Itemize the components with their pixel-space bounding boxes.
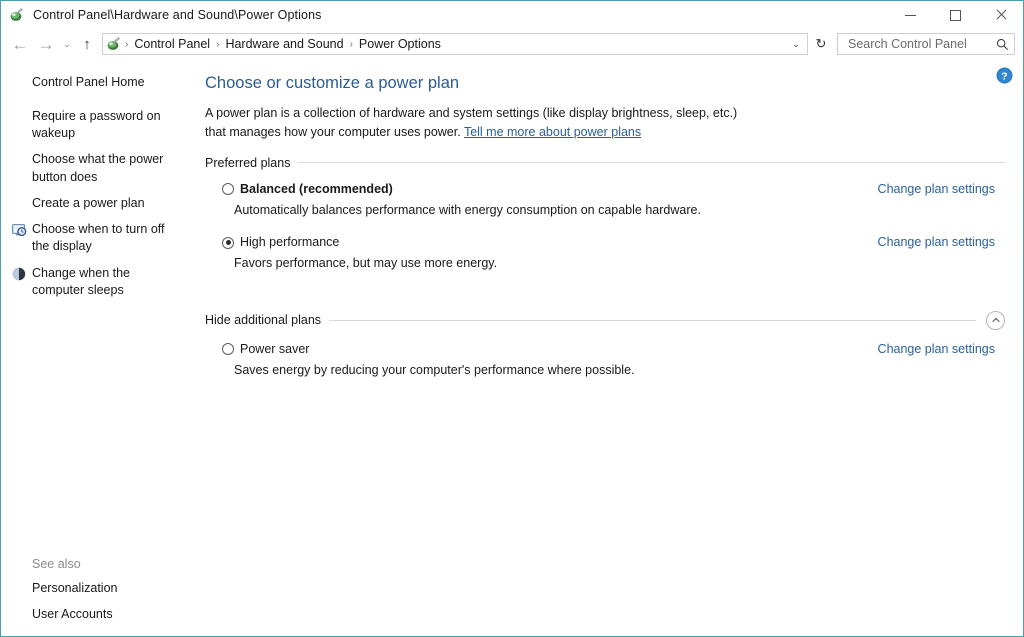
back-arrow-icon: ←: [11, 34, 29, 54]
breadcrumb-item-control-panel[interactable]: Control Panel: [129, 36, 215, 52]
plan-radio-high-performance[interactable]: High performance: [222, 235, 339, 250]
plan-radio-power-saver[interactable]: Power saver: [222, 342, 309, 357]
refresh-button[interactable]: ↻: [809, 33, 833, 55]
sidebar-item-control-panel-home[interactable]: Control Panel Home: [1, 71, 185, 94]
radio-button-unchecked[interactable]: [222, 183, 234, 196]
page-title: Choose or customize a power plan: [205, 74, 460, 92]
control-panel-icon: [106, 36, 122, 52]
plan-line: Balanced (recommended) Change plan setti…: [222, 182, 1005, 197]
plan-row-power-saver: Power saver Change plan settings Saves e…: [205, 342, 1005, 380]
section-divider: [298, 162, 1005, 164]
address-bar[interactable]: › Control Panel › Hardware and Sound › P…: [102, 33, 808, 55]
sidebar-item-require-password[interactable]: Require a password on wakeup: [1, 108, 185, 143]
refresh-icon: ↻: [815, 36, 827, 51]
plan-name: High performance: [240, 235, 340, 250]
sidebar-item-turn-off-display[interactable]: Choose when to turn off the display: [1, 221, 185, 256]
sidebar-item-power-button[interactable]: Choose what the power button does: [1, 151, 185, 186]
sidebar-item-create-power-plan[interactable]: Create a power plan: [1, 195, 185, 212]
up-arrow-icon: ↑: [83, 35, 91, 53]
search-box[interactable]: [837, 33, 1015, 55]
preferred-plans-header: Preferred plans: [205, 156, 1005, 170]
breadcrumb-item-hardware-and-sound[interactable]: Hardware and Sound: [220, 36, 348, 52]
help-question-icon[interactable]: ?: [996, 67, 1013, 84]
collapse-additional-plans-button[interactable]: [986, 310, 1005, 330]
radio-button-unchecked[interactable]: [222, 343, 234, 356]
sidebar-item-label: Choose when to turn off the display: [32, 222, 165, 254]
window-controls: [888, 1, 1023, 29]
control-panel-icon: [9, 7, 25, 23]
forward-button[interactable]: →: [33, 31, 59, 57]
breadcrumb: › Control Panel › Hardware and Sound › P…: [124, 36, 787, 52]
tell-me-more-link[interactable]: Tell me more about power plans: [464, 125, 641, 139]
plan-line: Power saver Change plan settings: [222, 342, 1005, 357]
search-input[interactable]: [846, 36, 994, 52]
see-also-link-personalization[interactable]: Personalization: [1, 580, 185, 597]
maximize-icon: [950, 9, 961, 21]
section-divider: [329, 319, 976, 321]
up-one-level-button[interactable]: ↑: [75, 31, 99, 57]
plan-description: Automatically balances performance with …: [234, 202, 701, 217]
search-icon[interactable]: [994, 36, 1010, 52]
svg-text:?: ?: [1001, 70, 1007, 82]
plan-row-high-performance: High performance Change plan settings Fa…: [205, 235, 1005, 273]
plan-description: Saves energy by reducing your computer's…: [234, 362, 635, 377]
change-plan-settings-high-performance[interactable]: Change plan settings: [878, 235, 1005, 249]
plan-name: Balanced (recommended): [240, 181, 393, 196]
breadcrumb-item-power-options[interactable]: Power Options: [354, 36, 446, 52]
plan-name: Power saver: [240, 341, 310, 356]
sidebar-links: Require a password on wakeup Choose what…: [1, 108, 185, 299]
content-area: Control Panel Home Require a password on…: [1, 59, 1023, 636]
address-dropdown-button[interactable]: ⌄: [787, 34, 805, 54]
title-bar: Control Panel\Hardware and Sound\Power O…: [1, 1, 1023, 29]
navigation-bar: ← → ⌄ ↑ › Control Panel › Hardware and S…: [1, 29, 1023, 59]
power-options-window: Control Panel\Hardware and Sound\Power O…: [0, 0, 1024, 637]
sidebar: Control Panel Home Require a password on…: [1, 59, 195, 636]
chevron-down-icon: ⌄: [63, 38, 71, 49]
forward-arrow-icon: →: [37, 34, 55, 54]
recent-locations-button[interactable]: ⌄: [59, 31, 75, 57]
additional-plans-header: Hide additional plans: [205, 310, 1005, 330]
maximize-button[interactable]: [933, 1, 978, 29]
back-button[interactable]: ←: [7, 31, 33, 57]
see-also-link-user-accounts[interactable]: User Accounts: [1, 606, 185, 623]
see-also-title: See also: [32, 556, 81, 571]
minimize-button[interactable]: [888, 1, 933, 29]
minimize-icon: [905, 14, 916, 16]
change-plan-settings-balanced[interactable]: Change plan settings: [878, 182, 1005, 196]
display-clock-icon: [11, 222, 27, 238]
sidebar-item-label: Change when the computer sleeps: [32, 265, 130, 297]
see-also-section: See also Personalization User Accounts: [1, 557, 195, 624]
page-description: A power plan is a collection of hardware…: [205, 104, 739, 142]
plan-description: Favors performance, but may use more ene…: [234, 256, 498, 271]
sleep-moon-icon: [11, 266, 27, 282]
change-plan-settings-power-saver[interactable]: Change plan settings: [878, 342, 1005, 356]
hide-additional-plans-label: Hide additional plans: [205, 313, 322, 328]
main-pane: ? Choose or customize a power plan A pow…: [195, 59, 1023, 636]
plan-row-balanced: Balanced (recommended) Change plan setti…: [205, 182, 1005, 220]
plan-radio-balanced[interactable]: Balanced (recommended): [222, 182, 393, 197]
chevron-down-icon: ⌄: [792, 38, 800, 49]
chevron-up-icon: [991, 317, 1000, 323]
close-icon: [995, 9, 1007, 21]
sidebar-item-computer-sleeps[interactable]: Change when the computer sleeps: [1, 265, 185, 300]
radio-button-checked[interactable]: [222, 236, 234, 249]
plan-line: High performance Change plan settings: [222, 235, 1005, 250]
close-button[interactable]: [978, 1, 1023, 29]
preferred-plans-label: Preferred plans: [205, 155, 291, 170]
window-title: Control Panel\Hardware and Sound\Power O…: [33, 8, 322, 22]
